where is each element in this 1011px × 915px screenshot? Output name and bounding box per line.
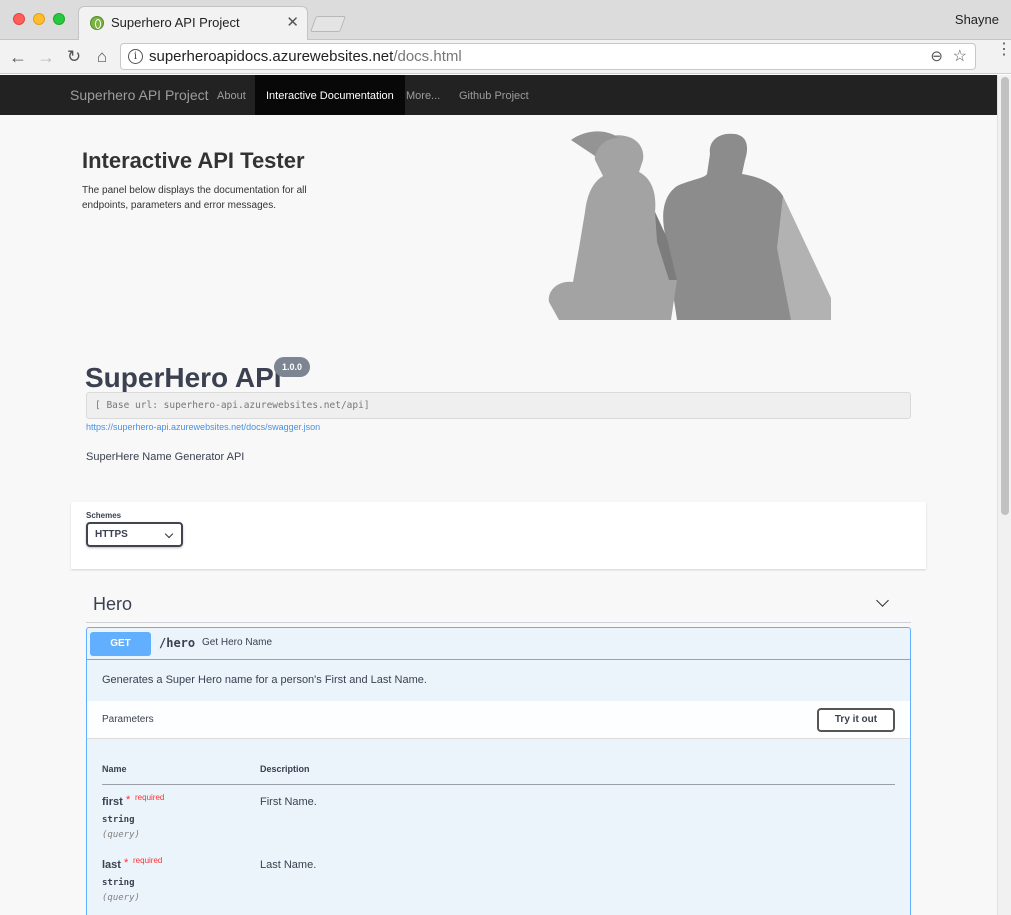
parameter-location: (query): [102, 830, 140, 840]
tab-close-icon[interactable]: ✕: [286, 13, 299, 31]
required-label: required: [135, 793, 165, 802]
parameter-location: (query): [102, 893, 140, 903]
schemes-selected-value: HTTPS: [95, 529, 128, 540]
parameter-type: string: [102, 878, 135, 888]
parameters-header: Parameters Try it out: [87, 701, 910, 739]
required-star: *: [126, 794, 131, 806]
hero-title: Interactive API Tester: [82, 148, 305, 173]
maximize-window-button[interactable]: [53, 13, 65, 25]
url-text[interactable]: superheroapidocs.azurewebsites.net/docs.…: [149, 48, 462, 65]
parameter-row: last * required string (query) Last Name…: [102, 856, 895, 912]
favicon-icon: [90, 16, 104, 30]
base-url: [ Base url: superhero-api.azurewebsites.…: [86, 392, 911, 419]
site-navbar: Superhero API Project About Interactive …: [0, 75, 997, 115]
parameter-description: First Name.: [260, 796, 317, 808]
tab-title: Superhero API Project: [111, 15, 240, 30]
scrollbar-thumb[interactable]: [1001, 77, 1009, 515]
nav-link-github-project[interactable]: Github Project: [448, 75, 540, 115]
operation-block: GET /hero Get Hero Name Generates a Supe…: [86, 627, 911, 915]
browser-tab-bar: Superhero API Project ✕ Shayne: [0, 0, 1011, 41]
required-label: required: [133, 856, 163, 865]
try-it-out-button[interactable]: Try it out: [817, 708, 895, 732]
schemes-panel: Schemes HTTPS: [71, 502, 926, 569]
minimize-window-button[interactable]: [33, 13, 45, 25]
chevron-down-icon[interactable]: [876, 594, 889, 607]
api-title: SuperHero API: [85, 362, 282, 393]
parameter-row: first * required string (query) First Na…: [102, 793, 895, 849]
close-window-button[interactable]: [13, 13, 25, 25]
new-tab-button[interactable]: [310, 16, 346, 32]
nav-link-about[interactable]: About: [206, 75, 257, 115]
parameters-title: Parameters: [102, 714, 154, 725]
schemes-select[interactable]: HTTPS: [86, 522, 183, 547]
url-host: superheroapidocs.azurewebsites.net: [149, 48, 394, 65]
forward-arrow-icon[interactable]: →: [34, 45, 58, 69]
home-icon[interactable]: ⌂: [90, 45, 114, 69]
method-badge: GET: [90, 632, 151, 656]
address-bar[interactable]: i superheroapidocs.azurewebsites.net/doc…: [120, 43, 976, 70]
api-description: SuperHere Name Generator API: [86, 451, 245, 463]
info-icon[interactable]: i: [128, 49, 143, 64]
tag-section-header[interactable]: Hero: [86, 586, 911, 623]
page-viewport: Superhero API Project About Interactive …: [0, 75, 997, 915]
hero-description: The panel below displays the documentati…: [82, 185, 307, 211]
parameter-name: first: [102, 796, 123, 808]
parameter-name: last: [102, 859, 121, 871]
nav-link-more[interactable]: More...: [395, 75, 451, 115]
version-badge: 1.0.0: [274, 357, 311, 377]
nav-link-interactive-documentation[interactable]: Interactive Documentation: [255, 75, 405, 115]
table-divider: [102, 784, 895, 785]
tag-title: Hero: [93, 594, 133, 614]
column-header-description: Description: [260, 764, 310, 774]
column-header-name: Name: [102, 764, 127, 774]
swagger-json-link[interactable]: https://superhero-api.azurewebsites.net/…: [86, 422, 320, 432]
profile-name[interactable]: Shayne: [955, 12, 999, 27]
back-arrow-icon[interactable]: ←: [6, 45, 30, 69]
parameter-description: Last Name.: [260, 859, 317, 871]
zoom-out-icon[interactable]: ⊖: [930, 47, 943, 65]
menu-icon[interactable]: ⋮: [996, 42, 1011, 58]
operation-summary[interactable]: GET /hero Get Hero Name: [87, 628, 910, 660]
chevron-down-icon: [164, 529, 174, 539]
operation-description: Generates a Super Hero name for a person…: [102, 674, 427, 686]
vertical-scrollbar[interactable]: [997, 75, 1011, 915]
parameter-type: string: [102, 815, 135, 825]
site-brand[interactable]: Superhero API Project: [70, 87, 209, 103]
url-path: /docs.html: [393, 48, 462, 65]
operation-summary-text: Get Hero Name: [202, 637, 273, 648]
superhero-silhouette-image: [548, 131, 831, 320]
schemes-label: Schemes: [86, 511, 122, 520]
browser-tab[interactable]: Superhero API Project ✕: [78, 6, 308, 41]
required-star: *: [124, 857, 129, 869]
operation-path: /hero: [159, 636, 196, 650]
browser-toolbar: ← → ↻ ⌂ i superheroapidocs.azurewebsites…: [0, 40, 1011, 74]
reload-icon[interactable]: ↻: [62, 45, 86, 69]
star-icon[interactable]: ☆: [953, 46, 967, 66]
